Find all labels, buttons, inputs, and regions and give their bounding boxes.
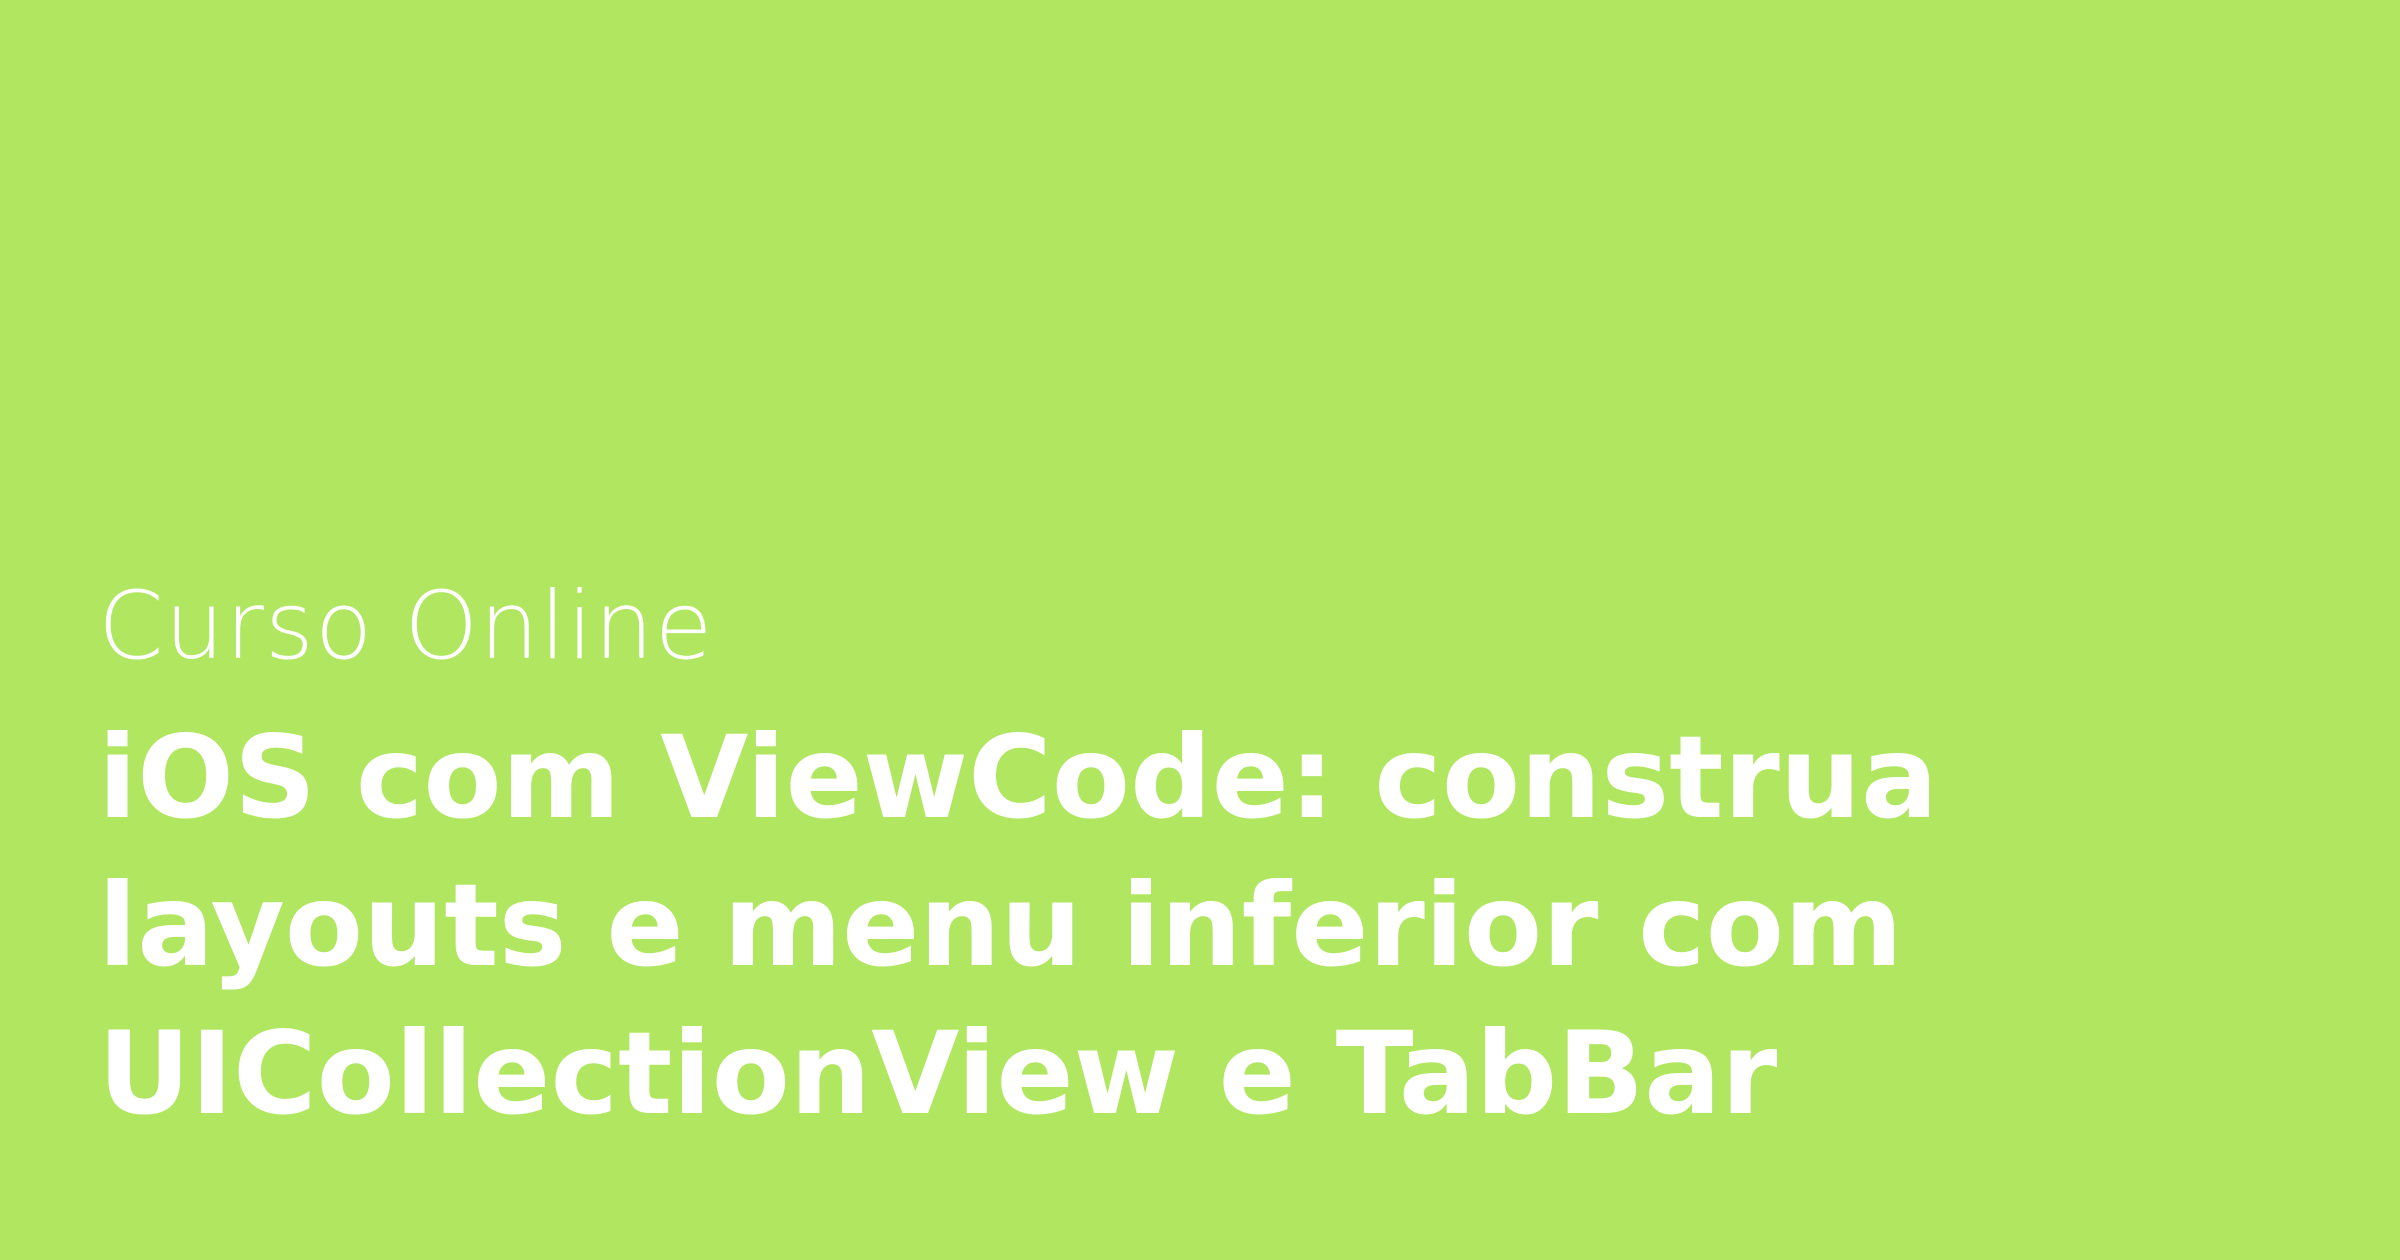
banner-content: Curso Online iOS com ViewCode: construa … bbox=[98, 572, 2318, 1148]
course-title-line-3: UICollectionView e TabBar bbox=[98, 1007, 1778, 1140]
course-title-line-2: layouts e menu inferior com bbox=[98, 859, 1903, 992]
course-title: iOS com ViewCode: construa layouts e men… bbox=[98, 704, 2318, 1148]
course-banner: Curso Online iOS com ViewCode: construa … bbox=[0, 0, 2400, 1260]
course-title-line-1: iOS com ViewCode: construa bbox=[98, 711, 1938, 844]
course-type-label: Curso Online bbox=[98, 572, 714, 681]
